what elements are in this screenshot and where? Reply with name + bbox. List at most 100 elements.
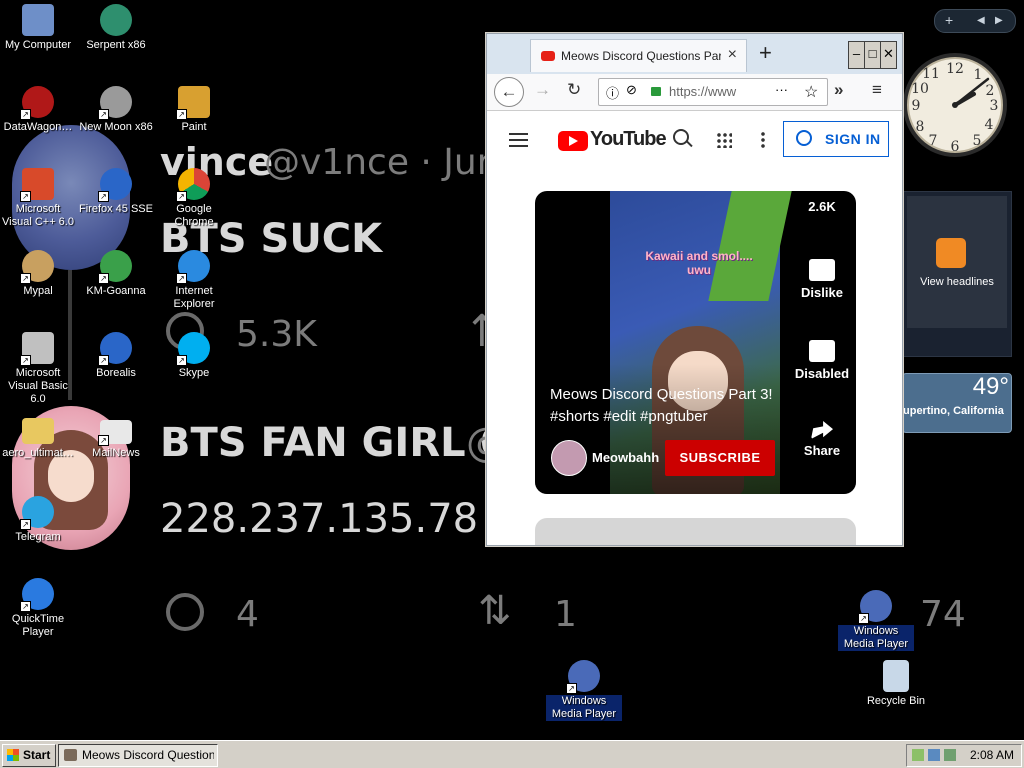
telegram-icon: ↗ bbox=[20, 496, 54, 530]
maximize-button[interactable]: □ bbox=[864, 41, 881, 69]
svg-text:3: 3 bbox=[990, 98, 999, 114]
tab-youtube[interactable]: Meows Discord Questions Part 3! #shorts … bbox=[530, 39, 747, 72]
desktop-icon-internet-explorer[interactable]: ↗ Internet Explorer bbox=[156, 250, 232, 311]
youtube-wordmark[interactable]: YouTube bbox=[590, 128, 667, 151]
desktop-icon-serpent[interactable]: Serpent x86 bbox=[78, 4, 154, 52]
system-tray: 2:08 AM bbox=[906, 744, 1022, 767]
svg-text:4: 4 bbox=[985, 117, 994, 133]
tracking-protection-icon[interactable]: ⊘ bbox=[626, 82, 637, 98]
serpent-icon bbox=[100, 4, 132, 36]
wallpaper-tweet-2: 228.237.135.78 bbox=[160, 496, 479, 542]
taskbar-button-browser[interactable]: Meows Discord Question... bbox=[58, 744, 218, 767]
channel-avatar[interactable] bbox=[551, 440, 587, 476]
view-headlines-label[interactable]: View headlines bbox=[903, 276, 1011, 288]
desktop-icon-firefox[interactable]: ↗ Firefox 45 SSE bbox=[78, 168, 154, 216]
video-caption: Kawaii and smol.... uwu bbox=[645, 249, 753, 277]
overflow-chevron-icon[interactable]: » bbox=[834, 80, 843, 100]
url-bar[interactable]: ⓘ ⊘ https://www ··· ☆ bbox=[598, 78, 828, 106]
svg-text:7: 7 bbox=[929, 133, 938, 149]
svg-text:1: 1 bbox=[974, 67, 983, 83]
wallpaper-reply-count-1: 5.3K bbox=[236, 314, 317, 355]
more-options-icon[interactable] bbox=[761, 131, 765, 149]
desktop-icon-windows-media-player[interactable]: ↗ Windows Media Player bbox=[838, 590, 914, 651]
desktop-icon-borealis[interactable]: ↗ Borealis bbox=[78, 332, 154, 380]
search-icon[interactable] bbox=[673, 129, 689, 145]
tray-icon-1[interactable] bbox=[912, 749, 924, 761]
comments-button[interactable]: Disabled bbox=[787, 340, 856, 381]
retweet-icon: ⇅ bbox=[478, 588, 512, 634]
dislike-button[interactable]: Dislike bbox=[787, 259, 856, 300]
media-player-icon: ↗ bbox=[858, 590, 892, 624]
add-gadget-icon[interactable]: + bbox=[945, 12, 953, 28]
info-icon[interactable]: ⓘ bbox=[606, 83, 619, 102]
sign-in-button[interactable]: SIGN IN bbox=[783, 121, 889, 157]
desktop-icon-mailnews[interactable]: ↗ MailNews bbox=[78, 414, 154, 460]
svg-text:2: 2 bbox=[986, 83, 995, 99]
svg-text:11: 11 bbox=[922, 66, 940, 82]
youtube-logo-icon[interactable] bbox=[558, 131, 588, 151]
new-tab-icon[interactable]: + bbox=[759, 40, 772, 66]
prev-arrow-icon[interactable]: ◀ bbox=[977, 15, 985, 26]
share-arrow-icon bbox=[811, 421, 833, 439]
internet-explorer-icon: ↗ bbox=[176, 250, 210, 284]
subscribe-button[interactable]: SUBSCRIBE bbox=[665, 440, 775, 476]
short-title[interactable]: Meows Discord Questions Part 3! #shorts … bbox=[550, 384, 775, 428]
wallpaper-reply-count-2: 4 bbox=[236, 594, 259, 635]
desktop-icon-km-goanna[interactable]: ↗ KM-Goanna bbox=[78, 250, 154, 298]
desktop-icon-google-chrome[interactable]: ↗ Google Chrome bbox=[156, 168, 232, 229]
clock-time[interactable]: 2:08 AM bbox=[970, 745, 1014, 765]
desktop-icon-paint[interactable]: ↗ Paint bbox=[156, 86, 232, 134]
desktop-icon-visual-basic[interactable]: ↗ Microsoft Visual Basic 6.0 bbox=[0, 332, 76, 406]
reload-icon[interactable]: ↻ bbox=[567, 80, 581, 100]
svg-text:10: 10 bbox=[911, 81, 929, 97]
lock-icon bbox=[651, 87, 661, 96]
guide-menu-icon[interactable] bbox=[509, 133, 528, 151]
desktop-icon-mypal[interactable]: ↗ Mypal bbox=[0, 250, 76, 298]
forward-arrow-icon[interactable]: → bbox=[534, 80, 551, 100]
desktop-icon-datawagon[interactable]: ↗ DataWagon… bbox=[0, 86, 76, 134]
desktop-icon-windows-media-player[interactable]: ↗ Windows Media Player bbox=[546, 660, 622, 721]
channel-name[interactable]: Meowbahh bbox=[592, 450, 659, 465]
firefox-icon: ↗ bbox=[98, 168, 132, 202]
desktop-icon-aero-folder[interactable]: aero_ultimat… bbox=[0, 414, 76, 460]
desktop-icon-visual-cpp[interactable]: ↗ Microsoft Visual C++ 6.0 bbox=[0, 168, 76, 229]
tab-strip: Meows Discord Questions Part 3! #shorts … bbox=[487, 34, 902, 74]
feed-headlines-gadget[interactable]: View headlines bbox=[902, 191, 1012, 357]
mailnews-icon: ↗ bbox=[98, 420, 132, 446]
taskbar: Start Meows Discord Question... 2:08 AM bbox=[0, 740, 1024, 768]
desktop-icon-recycle-bin[interactable]: Recycle Bin bbox=[858, 660, 934, 708]
nav-toolbar: ← → ↻ ⓘ ⊘ https://www ··· ☆ » ≡ bbox=[487, 74, 902, 111]
media-player-icon: ↗ bbox=[566, 660, 600, 694]
network-icon[interactable] bbox=[928, 749, 940, 761]
share-button[interactable]: Share bbox=[787, 421, 856, 458]
desktop-icon-new-moon[interactable]: ↗ New Moon x86 bbox=[78, 86, 154, 134]
back-arrow-icon[interactable]: ← bbox=[494, 77, 524, 107]
next-arrow-icon[interactable]: ▶ bbox=[995, 15, 1003, 26]
short-video-card[interactable]: Kawaii and smol.... uwu Meows Discord Qu… bbox=[535, 191, 856, 494]
desktop-icon-telegram[interactable]: ↗ Telegram bbox=[0, 496, 76, 544]
start-button[interactable]: Start bbox=[2, 744, 56, 767]
close-window-button[interactable]: ✕ bbox=[880, 41, 897, 69]
paint-icon: ↗ bbox=[176, 86, 210, 120]
tray-icon-3[interactable] bbox=[944, 749, 956, 761]
desktop-icon-quicktime[interactable]: ↗ QuickTime Player bbox=[0, 578, 76, 639]
next-short-card[interactable] bbox=[535, 518, 856, 545]
visual-cpp-icon: ↗ bbox=[20, 168, 54, 202]
apps-grid-icon[interactable] bbox=[716, 132, 732, 148]
like-count: 2.6K bbox=[808, 199, 836, 214]
url-text: https://www bbox=[669, 84, 737, 99]
clock-gadget[interactable]: 12 1 2 345 678 9 10 11 bbox=[900, 47, 1010, 171]
bookmark-star-icon[interactable]: ☆ bbox=[804, 82, 818, 102]
desktop-icon-my-computer[interactable]: My Computer bbox=[0, 4, 76, 52]
browser-window[interactable]: Meows Discord Questions Part 3! #shorts … bbox=[486, 33, 903, 546]
chrome-icon: ↗ bbox=[176, 168, 210, 202]
minimize-button[interactable]: – bbox=[848, 41, 865, 69]
weather-location: upertino, California bbox=[903, 405, 1004, 417]
quicktime-icon: ↗ bbox=[20, 578, 54, 612]
weather-gadget[interactable]: 49° upertino, California bbox=[902, 373, 1012, 433]
like-button[interactable]: 2.6K bbox=[787, 199, 856, 214]
menu-icon[interactable]: ≡ bbox=[872, 80, 882, 100]
desktop-icon-skype[interactable]: ↗ Skype bbox=[156, 332, 232, 380]
page-actions-icon[interactable]: ··· bbox=[775, 82, 788, 97]
close-tab-icon[interactable]: × bbox=[728, 46, 737, 64]
